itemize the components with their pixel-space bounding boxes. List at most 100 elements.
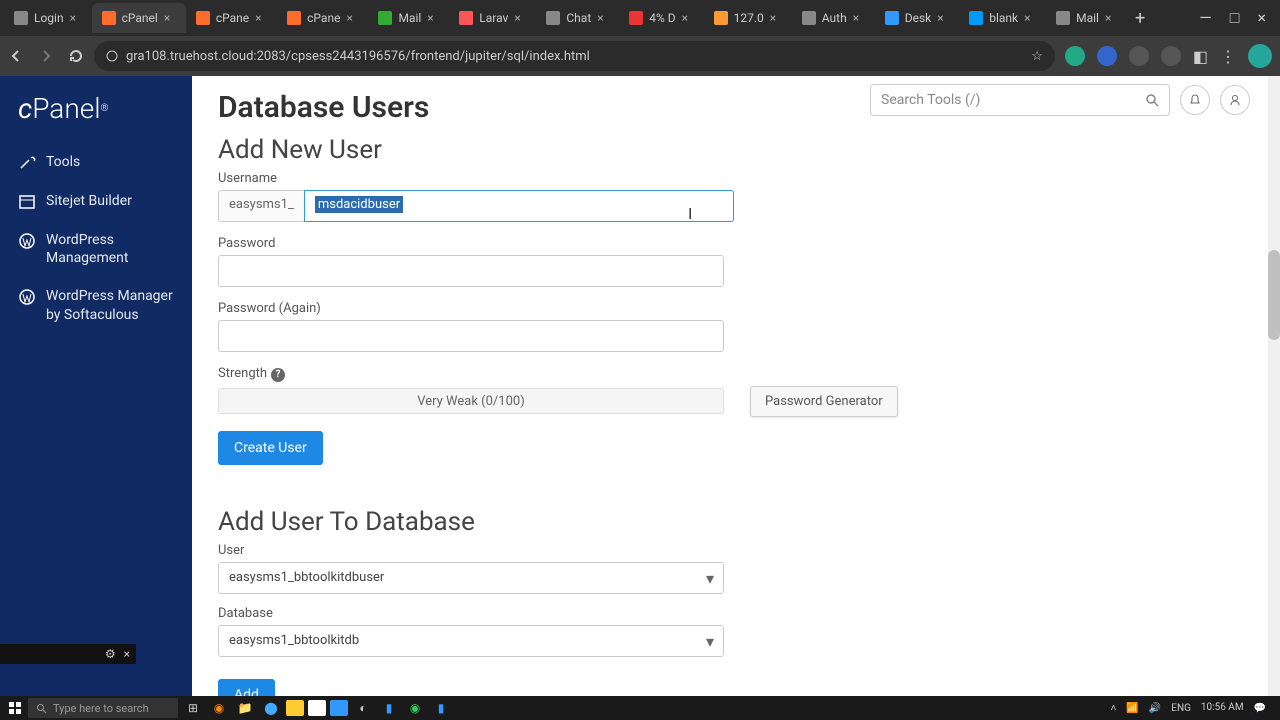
sidebar-item-sitejet[interactable]: Sitejet Builder	[0, 182, 192, 221]
browser-tab[interactable]: cPane ×	[277, 3, 368, 33]
extensions-menu-icon[interactable]	[1161, 46, 1181, 66]
notifications-icon[interactable]: 💬	[1254, 703, 1266, 714]
taskbar-app-icon[interactable]: ▮	[378, 698, 400, 718]
extension-icon[interactable]	[1065, 46, 1085, 66]
database-select[interactable]: easysms1_bbtoolkitdb	[218, 625, 724, 657]
address-bar[interactable]: gra108.truehost.cloud:2083/cpsess2443196…	[94, 41, 1055, 71]
password-generator-button[interactable]: Password Generator	[750, 386, 898, 417]
taskbar-app-icon[interactable]: ◉	[404, 698, 426, 718]
close-icon[interactable]: ×	[124, 647, 130, 661]
extension-icon[interactable]	[1129, 46, 1149, 66]
close-window-icon[interactable]: ×	[1257, 8, 1266, 28]
sitejet-icon	[18, 193, 36, 211]
profile-avatar[interactable]	[1248, 44, 1272, 68]
username-value: msdacidbuser	[315, 196, 403, 213]
taskbar-app-icon[interactable]	[308, 700, 326, 716]
close-icon[interactable]: ×	[1105, 12, 1117, 24]
browser-tab[interactable]: Larav×	[449, 3, 536, 33]
site-info-icon[interactable]	[106, 50, 118, 62]
close-icon[interactable]: ×	[70, 12, 82, 24]
scroll-thumb[interactable]	[1268, 250, 1280, 340]
create-user-button[interactable]: Create User	[218, 431, 323, 465]
username-input[interactable]: msdacidbuser	[304, 190, 734, 222]
browser-tab[interactable]: 4% D ×	[619, 3, 703, 33]
maximize-icon[interactable]: □	[1230, 8, 1240, 28]
sidebar-item-tools[interactable]: Tools	[0, 143, 192, 182]
sidebar-item-wp-manager-softaculous[interactable]: WordPress Manager by Softaculous	[0, 277, 192, 333]
main-content: Search Tools (/) Database Users Add New …	[192, 76, 1268, 696]
browser-tab[interactable]: cPanel×	[92, 3, 186, 33]
password-again-input[interactable]	[218, 320, 724, 352]
tray-language[interactable]: ENG	[1171, 703, 1191, 714]
browser-tab[interactable]: Login ×	[4, 3, 92, 33]
extension-icon[interactable]	[1097, 46, 1117, 66]
reload-icon[interactable]	[68, 48, 84, 64]
tab-title: Mail	[1076, 11, 1099, 25]
user-select[interactable]: easysms1_bbtoolkitdbuser	[218, 562, 724, 594]
new-tab-button[interactable]: +	[1127, 8, 1153, 29]
tray-volume-icon[interactable]: 🔊	[1149, 703, 1161, 714]
browser-tab[interactable]: 127.0 ×	[704, 3, 792, 33]
browser-tab[interactable]: Chat×	[536, 3, 619, 33]
task-view-icon[interactable]: ⊞	[182, 698, 204, 718]
tab-title: 4% D	[649, 11, 675, 25]
gear-icon[interactable]: ⚙	[105, 647, 116, 661]
browser-tab[interactable]: Mail ×	[368, 3, 449, 33]
cpanel-logo[interactable]: cPanel®	[0, 92, 192, 143]
taskbar-app-icon[interactable]: ▮	[430, 698, 452, 718]
taskbar-search[interactable]: Type here to search	[28, 698, 178, 718]
close-icon[interactable]: ×	[255, 12, 267, 24]
menu-icon[interactable]: ⋮	[1220, 47, 1236, 66]
close-icon[interactable]: ×	[853, 12, 865, 24]
favicon	[885, 11, 899, 25]
add-button[interactable]: Add	[218, 679, 275, 697]
password-input[interactable]	[218, 255, 724, 287]
tray-network-icon[interactable]: 📶	[1126, 703, 1138, 714]
search-placeholder: Search Tools (/)	[881, 92, 1145, 108]
close-icon[interactable]: ×	[514, 12, 526, 24]
taskbar-clock[interactable]: 10:56 AM	[1201, 703, 1244, 713]
taskbar-app-icon[interactable]: ◉	[208, 698, 230, 718]
scrollbar[interactable]	[1268, 76, 1280, 696]
tray-chevron-icon[interactable]: ˄	[1111, 703, 1117, 714]
sidebar-item-wp-management[interactable]: WordPress Management	[0, 221, 192, 277]
browser-tab[interactable]: blank×	[959, 3, 1046, 33]
minimize-icon[interactable]: —	[1199, 8, 1212, 28]
close-icon[interactable]: ×	[682, 12, 694, 24]
strength-label: Strength?	[218, 366, 1242, 382]
notifications-button[interactable]	[1180, 85, 1210, 115]
browser-tab[interactable]: Mail ×	[1046, 3, 1127, 33]
start-button[interactable]	[6, 699, 24, 717]
account-button[interactable]	[1220, 85, 1250, 115]
tools-icon	[18, 154, 36, 172]
back-icon[interactable]	[8, 48, 24, 64]
close-icon[interactable]: ×	[597, 12, 609, 24]
tab-title: cPane	[307, 11, 340, 25]
window-controls: — □ ×	[1199, 8, 1276, 28]
browser-tab[interactable]: Auth×	[792, 3, 875, 33]
sidebar-item-label: WordPress Management	[46, 231, 174, 267]
close-icon[interactable]: ×	[164, 12, 176, 24]
taskbar-app-icon[interactable]: ◐	[352, 698, 374, 718]
close-icon[interactable]: ×	[937, 12, 949, 24]
side-panel-icon[interactable]: ◧	[1193, 47, 1208, 66]
taskbar-app-icon[interactable]: 📁	[234, 698, 256, 718]
search-icon	[36, 703, 47, 714]
browser-tab[interactable]: cPane×	[186, 3, 277, 33]
tab-title: 127.0	[734, 11, 764, 25]
close-icon[interactable]: ×	[1024, 12, 1036, 24]
tab-title: Mail	[398, 11, 421, 25]
close-icon[interactable]: ×	[427, 12, 439, 24]
bookmark-star-icon[interactable]: ☆	[1031, 49, 1043, 64]
browser-tab[interactable]: Desk×	[875, 3, 960, 33]
info-icon[interactable]: ?	[271, 368, 285, 382]
taskbar-app-icon[interactable]	[286, 700, 304, 716]
tab-title: Login	[34, 11, 64, 25]
close-icon[interactable]: ×	[770, 12, 782, 24]
windows-taskbar: Type here to search ⊞ ◉ 📁 ⬤ ◐ ▮ ◉ ▮ ˄ 📶 …	[0, 696, 1280, 720]
search-tools-input[interactable]: Search Tools (/)	[870, 84, 1170, 116]
taskbar-app-icon[interactable]	[330, 700, 348, 716]
close-icon[interactable]: ×	[346, 12, 358, 24]
taskbar-app-icon[interactable]: ⬤	[260, 698, 282, 718]
forward-icon[interactable]	[38, 48, 54, 64]
